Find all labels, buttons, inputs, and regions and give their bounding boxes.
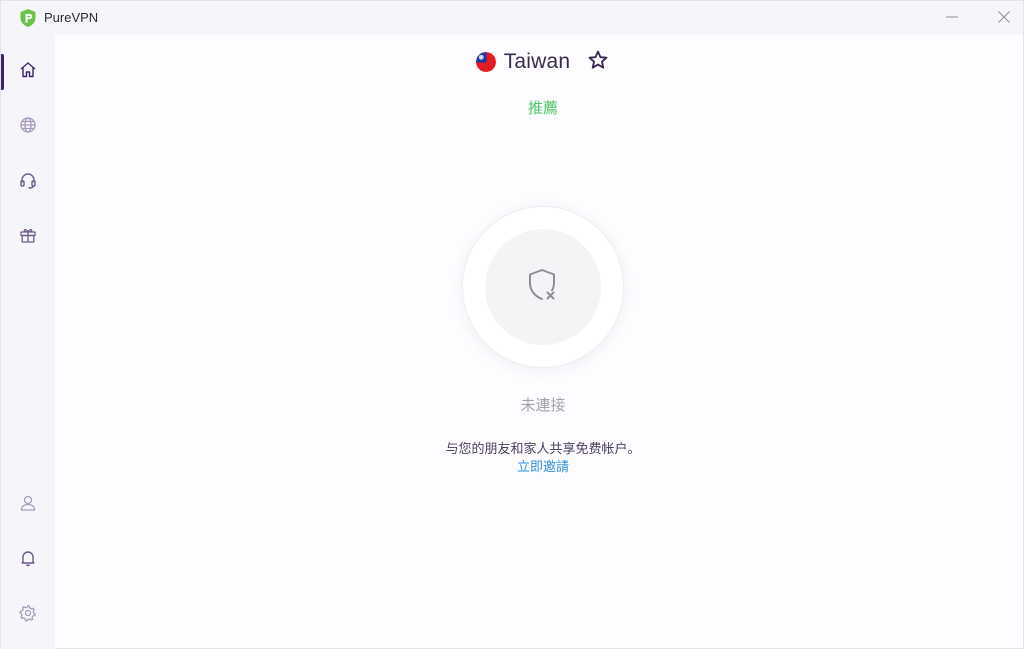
country-name[interactable]: Taiwan — [504, 50, 571, 74]
sidebar-item-home[interactable] — [1, 52, 55, 92]
favorite-button[interactable] — [586, 50, 610, 74]
connect-button[interactable] — [463, 207, 623, 367]
recommended-label: 推薦 — [527, 99, 558, 117]
globe-icon — [18, 115, 38, 139]
referral-message: 与您的朋友和家人共享免费帐户。 — [445, 442, 641, 457]
minimize-button[interactable] — [937, 5, 967, 31]
user-icon — [18, 493, 38, 517]
sidebar-item-account[interactable] — [1, 485, 55, 525]
location-selector[interactable]: Taiwan — [475, 50, 571, 74]
headset-icon — [18, 170, 38, 194]
taiwan-flag-icon — [475, 52, 496, 72]
purevpn-logo-icon — [18, 8, 38, 28]
sidebar-item-support[interactable] — [1, 162, 55, 202]
app-title: PureVPN — [44, 10, 99, 25]
sidebar — [1, 35, 55, 649]
sidebar-item-notifications[interactable] — [1, 540, 55, 580]
home-icon — [18, 60, 38, 84]
close-icon — [997, 9, 1011, 28]
sidebar-item-rewards[interactable] — [1, 217, 55, 257]
close-button[interactable] — [989, 5, 1019, 31]
location-header: Taiwan — [55, 47, 1024, 77]
minimize-icon — [945, 9, 959, 28]
bell-icon — [18, 548, 38, 572]
shield-disconnected-icon — [525, 267, 561, 307]
star-icon — [587, 49, 609, 75]
connect-button-inner — [485, 229, 601, 345]
sidebar-item-settings[interactable] — [1, 595, 55, 635]
main-panel: Taiwan 推薦 未連接 与您的朋友和家人共享免费帐户。 立即邀請 — [55, 35, 1023, 649]
invite-now-link[interactable]: 立即邀請 — [55, 456, 1024, 475]
settings-icon — [18, 603, 38, 627]
sidebar-item-locations[interactable] — [1, 107, 55, 147]
app-window: PureVPN Taiwan 推薦 未連接 与您的朋友和家人共享免费帐户。 立即… — [0, 0, 1024, 649]
gift-icon — [18, 225, 38, 249]
title-bar: PureVPN — [1, 1, 1023, 35]
connection-status: 未連接 — [520, 396, 566, 414]
